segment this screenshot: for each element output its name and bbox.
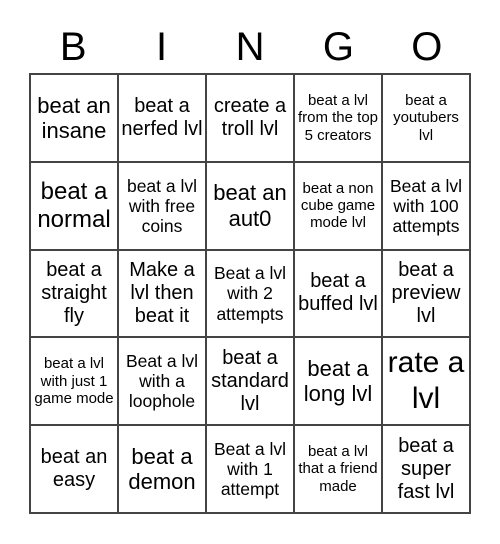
bingo-cell[interactable]: beat a lvl with just 1 game mode	[30, 337, 118, 426]
bingo-grid: beat an insane beat a nerfed lvl create …	[29, 73, 471, 514]
header-letter-n: N	[235, 25, 265, 69]
bingo-cell[interactable]: beat a normal	[30, 161, 118, 250]
bingo-cell[interactable]: Make a lvl then beat it	[118, 249, 206, 338]
bingo-cell[interactable]: Beat a lvl with a loophole	[118, 337, 206, 426]
bingo-cell[interactable]: beat a nerfed lvl	[118, 74, 206, 162]
bingo-cell[interactable]: beat a lvl from the top 5 creators	[294, 74, 382, 162]
bingo-cell[interactable]: beat a straight fly	[30, 249, 118, 338]
bingo-cell[interactable]: beat an easy	[30, 425, 118, 513]
bingo-cell[interactable]: beat a lvl with free coins	[118, 161, 206, 250]
bingo-cell[interactable]: Beat a lvl with 2 attempts	[206, 249, 294, 338]
bingo-cell[interactable]: beat a long lvl	[294, 337, 382, 426]
header-letter-b: B	[59, 25, 87, 69]
bingo-cell[interactable]: beat a buffed lvl	[294, 249, 382, 338]
bingo-cell[interactable]: beat a super fast lvl	[382, 425, 470, 513]
bingo-cell[interactable]: beat a lvl that a friend made	[294, 425, 382, 513]
bingo-cell[interactable]: beat an aut0	[206, 161, 294, 250]
bingo-header: B I N G O	[29, 22, 471, 72]
bingo-cell[interactable]: beat an insane	[30, 74, 118, 162]
header-letter-g: G	[322, 25, 354, 69]
bingo-cell[interactable]: beat a youtubers lvl	[382, 74, 470, 162]
bingo-cell[interactable]: beat a demon	[118, 425, 206, 513]
header-letter-i: I	[156, 25, 168, 69]
header-letter-o: O	[411, 25, 443, 69]
bingo-cell[interactable]: Beat a lvl with 100 attempts	[382, 161, 470, 250]
bingo-cell[interactable]: beat a standard lvl	[206, 337, 294, 426]
bingo-cell[interactable]: beat a preview lvl	[382, 249, 470, 338]
bingo-cell[interactable]: rate a lvl	[382, 337, 470, 426]
bingo-cell[interactable]: beat a non cube game mode lvl	[294, 161, 382, 250]
bingo-cell[interactable]: create a troll lvl	[206, 74, 294, 162]
bingo-cell[interactable]: Beat a lvl with 1 attempt	[206, 425, 294, 513]
